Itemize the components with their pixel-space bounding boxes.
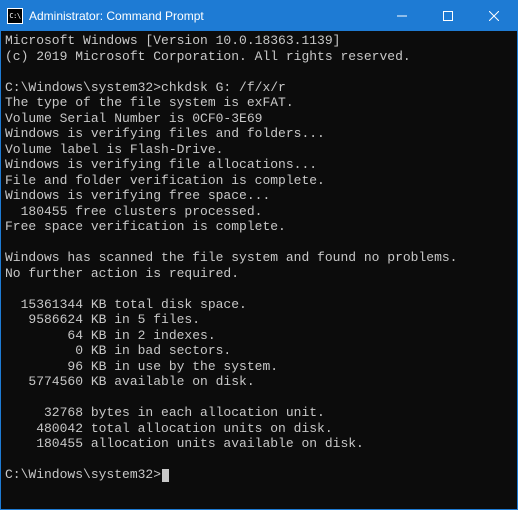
prompt-text: C:\Windows\system32>	[5, 467, 161, 482]
cursor	[162, 469, 169, 482]
terminal-line: Free space verification is complete.	[5, 219, 513, 235]
command-prompt-window: C:\ Administrator: Command Prompt Micros…	[0, 0, 518, 510]
close-icon	[489, 11, 499, 21]
terminal-line: C:\Windows\system32>chkdsk G: /f/x/r	[5, 80, 513, 96]
terminal-line: 180455 free clusters processed.	[5, 204, 513, 220]
terminal-line: File and folder verification is complete…	[5, 173, 513, 189]
maximize-icon	[443, 11, 453, 21]
terminal-line	[5, 235, 513, 251]
terminal-line: 5774560 KB available on disk.	[5, 374, 513, 390]
app-icon: C:\	[7, 8, 23, 24]
titlebar[interactable]: C:\ Administrator: Command Prompt	[1, 1, 517, 31]
maximize-button[interactable]	[425, 1, 471, 31]
terminal-line: 0 KB in bad sectors.	[5, 343, 513, 359]
terminal-line: 480042 total allocation units on disk.	[5, 421, 513, 437]
terminal-line: Microsoft Windows [Version 10.0.18363.11…	[5, 33, 513, 49]
terminal-line: No further action is required.	[5, 266, 513, 282]
terminal-line	[5, 390, 513, 406]
minimize-button[interactable]	[379, 1, 425, 31]
terminal-prompt[interactable]: C:\Windows\system32>	[5, 467, 513, 483]
terminal-line: Volume label is Flash-Drive.	[5, 142, 513, 158]
terminal-line	[5, 64, 513, 80]
terminal-line: 9586624 KB in 5 files.	[5, 312, 513, 328]
terminal-line	[5, 281, 513, 297]
terminal-line	[5, 452, 513, 468]
terminal-line: 15361344 KB total disk space.	[5, 297, 513, 313]
terminal-line: Windows is verifying files and folders..…	[5, 126, 513, 142]
terminal-output[interactable]: Microsoft Windows [Version 10.0.18363.11…	[1, 31, 517, 509]
window-title: Administrator: Command Prompt	[29, 9, 379, 23]
terminal-line: 180455 allocation units available on dis…	[5, 436, 513, 452]
minimize-icon	[397, 11, 407, 21]
close-button[interactable]	[471, 1, 517, 31]
terminal-line: Windows has scanned the file system and …	[5, 250, 513, 266]
terminal-line: 32768 bytes in each allocation unit.	[5, 405, 513, 421]
terminal-line: Volume Serial Number is 0CF0-3E69	[5, 111, 513, 127]
terminal-line: Windows is verifying file allocations...	[5, 157, 513, 173]
terminal-line: (c) 2019 Microsoft Corporation. All righ…	[5, 49, 513, 65]
terminal-line: 64 KB in 2 indexes.	[5, 328, 513, 344]
window-controls	[379, 1, 517, 31]
terminal-line: Windows is verifying free space...	[5, 188, 513, 204]
terminal-line: 96 KB in use by the system.	[5, 359, 513, 375]
terminal-line: The type of the file system is exFAT.	[5, 95, 513, 111]
